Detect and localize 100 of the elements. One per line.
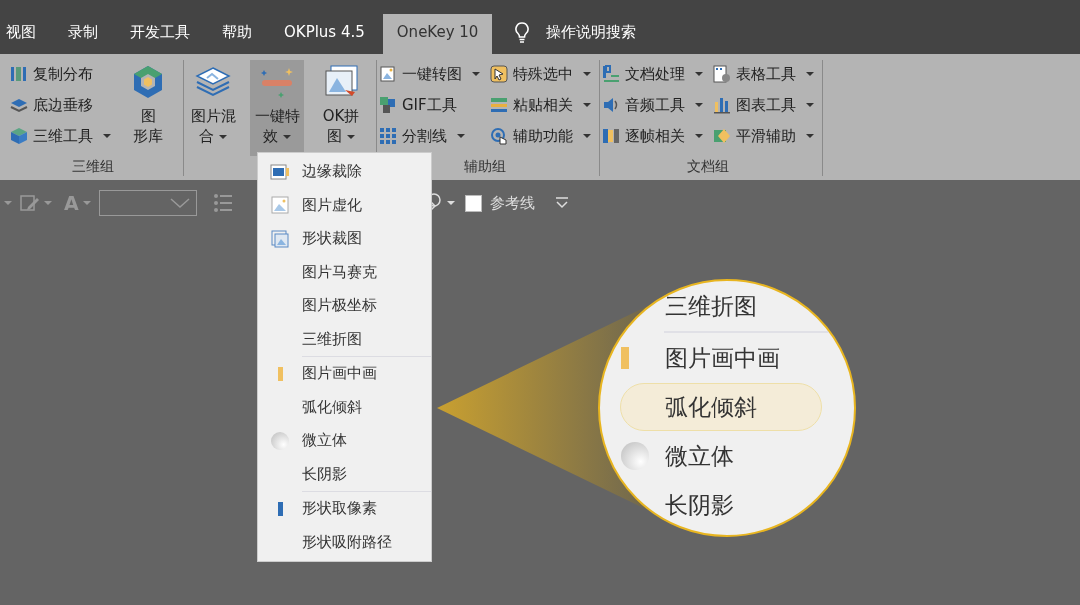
menu-item[interactable]: 形状取像素 [258,492,431,526]
menu-item[interactable]: 边缘裁除 [258,155,431,189]
button-label: 一键转图 [402,64,462,84]
button-label: 底边垂移 [33,95,93,115]
button-label: GIF工具 [402,95,457,115]
button-label: 逐帧相关 [625,126,685,146]
caret-icon [583,134,591,138]
button-label: 一键特 效 [254,106,300,146]
caret-icon [583,103,591,107]
highlighted-menu-item[interactable]: 弧化倾斜 [620,383,822,431]
button-label: 文档处理 [625,64,685,84]
caret-icon[interactable] [4,201,12,205]
caret-icon [472,72,480,76]
group-label: 三维组 [70,157,115,176]
ribbon-button[interactable]: 图表工具 [713,93,814,117]
image-icon [271,196,289,215]
pen-icon[interactable] [20,194,40,212]
button-label: 图表工具 [736,95,796,115]
checkbox-label: 参考线 [489,193,535,213]
menu-item[interactable]: 图片画中画 [258,357,431,391]
button-label: 图 形库 [133,106,163,146]
pic-icon [379,65,397,83]
button-label: 分割线 [402,126,447,146]
menu-item[interactable]: 微立体 [620,432,822,480]
ribbon-tab[interactable]: 视图 [4,14,50,54]
menu-item[interactable]: 长阴影 [258,457,431,491]
group-label: 文档组 [686,157,730,176]
overflow-icon[interactable] [554,197,569,209]
button-label: 辅助功能 [513,126,573,146]
cursor-icon [490,65,508,83]
ribbon-button[interactable]: 复制分布 [10,62,111,86]
grid-icon [379,127,397,145]
caret-icon [695,103,703,107]
button-label: 音频工具 [625,95,685,115]
ribbon-large-button[interactable]: 图 形库 [121,60,175,156]
button-label: 三维工具 [33,126,93,146]
ribbon-tab[interactable]: OneKey 10 [382,14,493,54]
chart-icon [713,96,731,114]
menu-item[interactable]: 图片极坐标 [258,289,431,323]
menu-item[interactable]: 弧化倾斜 [258,390,431,424]
caret-icon [806,103,814,107]
ribbon-tab[interactable]: 开发工具 [116,14,204,54]
button-label: 图片混 合 [190,106,236,146]
checkbox[interactable] [464,194,482,212]
menu-item[interactable]: 图片画中画 [620,334,822,382]
caret-icon [347,134,355,139]
ribbon-button[interactable]: 辅助功能 [490,124,591,148]
menu-item[interactable]: 长阴影 [620,481,822,529]
ribbon-button[interactable]: 逐帧相关 [602,124,703,148]
speaker-icon [602,96,620,114]
group-label: 辅助组 [463,157,507,176]
caret-icon [283,134,291,139]
ribbon-large-button[interactable]: 图片混 合 [186,60,240,156]
lightbulb-icon [514,22,531,44]
tell-me-search[interactable]: 操作说明搜索 [546,14,637,54]
cube-icon [10,127,28,145]
bullet-list-icon[interactable] [212,193,233,213]
sphere-icon [271,431,289,450]
button-label: 复制分布 [33,64,93,84]
ribbon-button[interactable]: 表格工具 [713,62,814,86]
ribbon-tab[interactable]: OKPlus 4.5 [270,14,379,54]
ribbon-button[interactable]: 音频工具 [602,93,703,117]
button-label: 平滑辅助 [736,126,796,146]
button-label: 粘贴相关 [513,95,573,115]
ribbon-button[interactable]: 特殊选中 [490,62,591,86]
ribbon-button[interactable]: 底边垂移 [10,93,111,117]
caret-icon [219,134,227,139]
menu-item[interactable]: 形状裁图 [258,222,431,256]
ribbon-button[interactable]: 三维工具 [10,124,111,148]
bar-icon [277,366,283,381]
menu-item[interactable]: 微立体 [258,424,431,458]
bar-icon [621,347,629,369]
caret-icon[interactable] [82,201,91,205]
ribbon-button[interactable]: 一键转图 [379,62,480,86]
button-label: 特殊选中 [513,64,573,84]
table-icon [713,65,731,83]
image-crop-icon [271,229,289,248]
menu-item[interactable]: 图片虚化 [258,188,431,222]
menu-item[interactable]: 形状吸附路径 [258,525,431,559]
ribbon-large-button[interactable]: OK拼 图 [314,60,368,156]
diamond-icon [713,127,731,145]
menu-item[interactable]: 图片马赛克 [258,255,431,289]
ribbon-large-button[interactable]: 一键特 效 [250,60,304,156]
menu-item[interactable]: 三维折图 [258,322,431,356]
ribbon-tab[interactable]: 录制 [54,14,112,54]
ribbon-button[interactable]: 平滑辅助 [713,124,814,148]
button-label: OK拼 图 [322,106,360,146]
ribbon-button[interactable]: 分割线 [379,124,480,148]
ribbon-button[interactable]: GIF工具 [379,93,480,117]
caret-icon [103,134,111,138]
ribbon-button[interactable]: 粘贴相关 [490,93,591,117]
menu-item[interactable]: 三维折图 [620,282,822,330]
caret-icon [806,72,814,76]
caret-icon [457,134,465,138]
ribbon-button[interactable]: 文档处理 [602,62,703,86]
caret-icon [695,134,703,138]
caret-icon[interactable] [44,201,52,205]
caret-icon [695,72,703,76]
ribbon-tab[interactable]: 帮助 [208,14,266,54]
combo-box[interactable] [98,190,197,216]
